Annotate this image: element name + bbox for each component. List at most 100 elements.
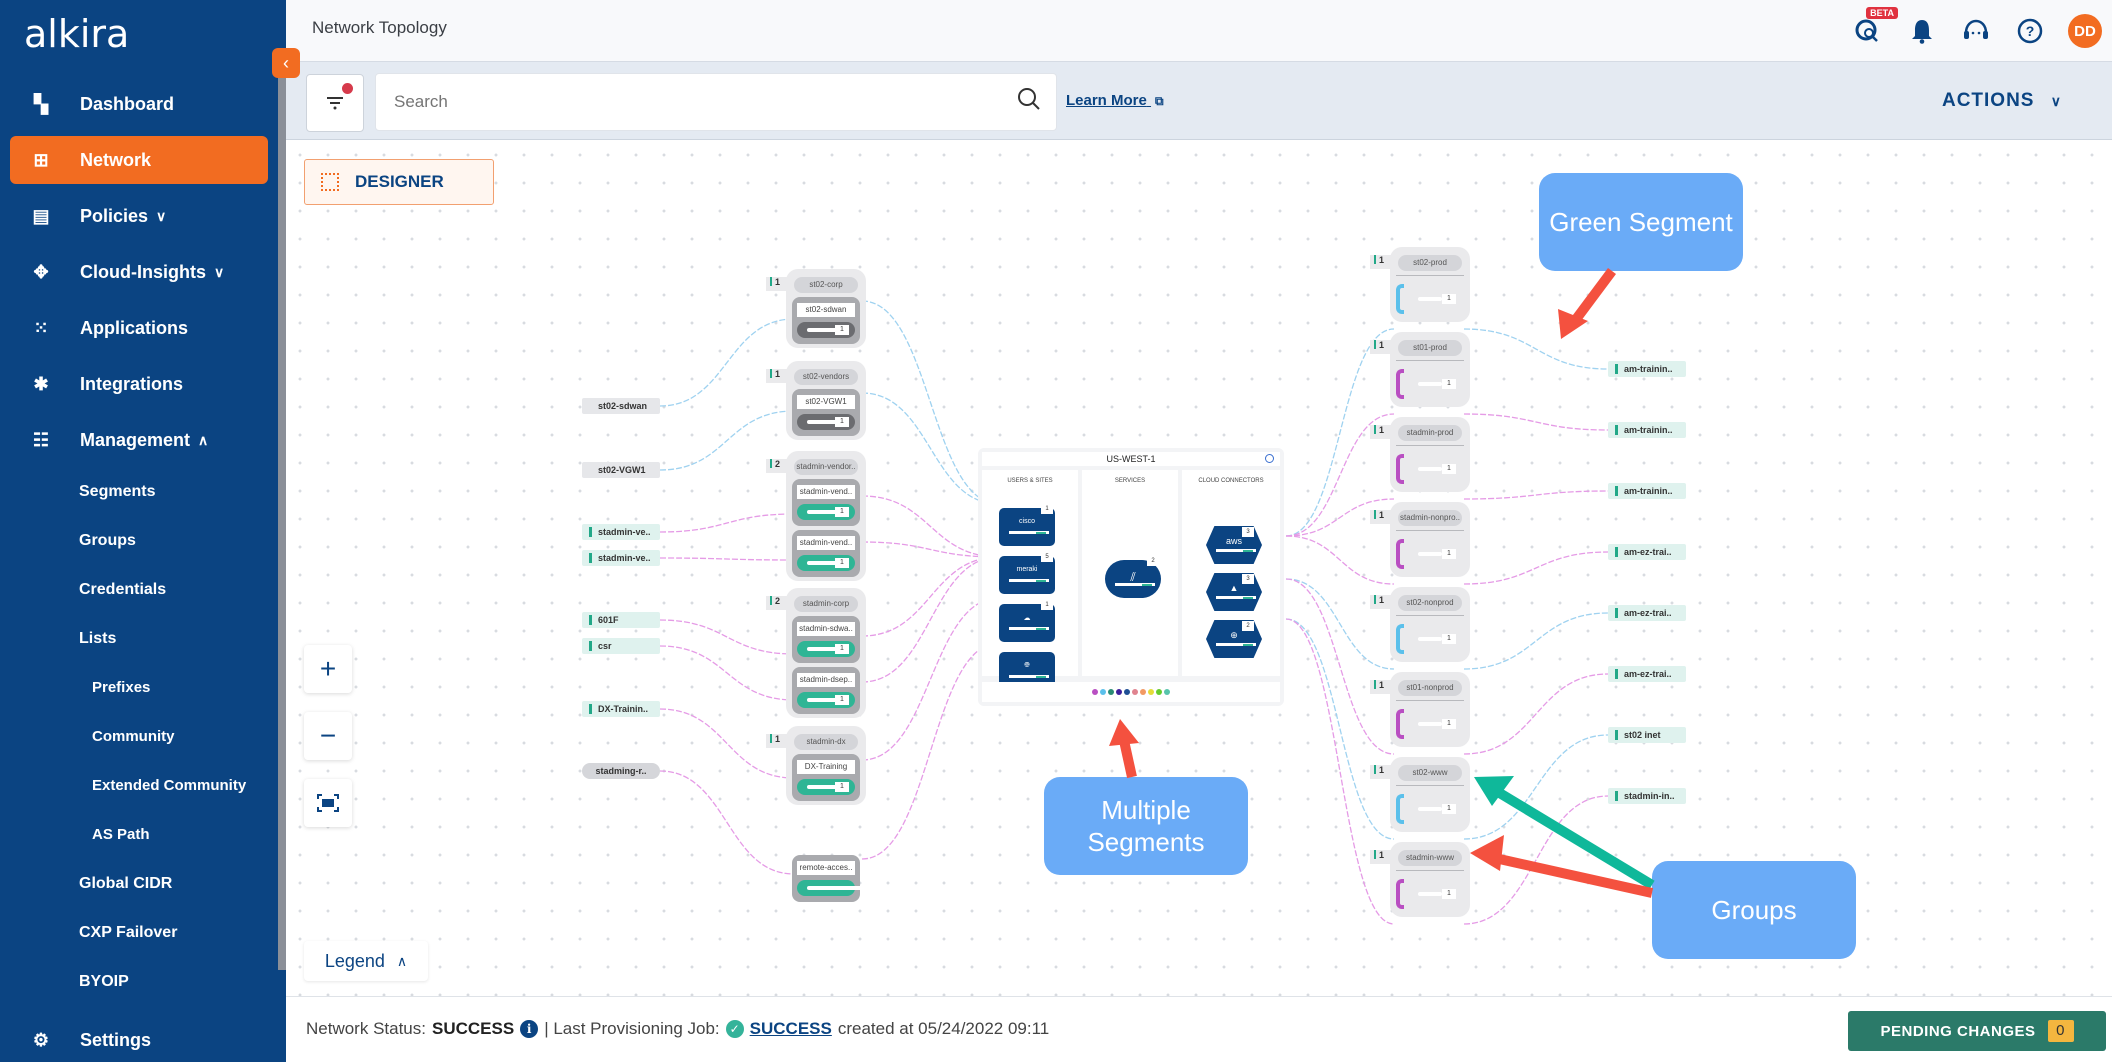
group-node[interactable]: 1 stadmin-dx DX-Training 1 bbox=[766, 726, 866, 805]
segment-color-dot[interactable] bbox=[1148, 689, 1154, 695]
group-node[interactable]: 1 stadmin-nonpro.. 1 bbox=[1370, 502, 1470, 577]
endpoint-node[interactable]: csr bbox=[582, 638, 660, 654]
alkira-logo[interactable]: alkira bbox=[24, 12, 129, 56]
collapse-sidebar-button[interactable]: ‹ bbox=[272, 48, 300, 78]
group-node[interactable]: 1 st01-prod 1 bbox=[1370, 332, 1470, 407]
fit-view-button[interactable] bbox=[304, 779, 352, 827]
info-icon[interactable]: i bbox=[520, 1020, 539, 1038]
filter-button[interactable] bbox=[306, 74, 364, 132]
sidebar-subitem-community[interactable]: Community bbox=[92, 728, 175, 745]
site-device-node[interactable]: cisco 1 bbox=[999, 504, 1055, 546]
group-node[interactable]: 2 stadmin-vendor.. stadmin-vend.. 1 stadmin-… bbox=[766, 451, 866, 581]
sidebar-subitem-as-path[interactable]: AS Path bbox=[92, 826, 150, 843]
sidebar-subitem-credentials[interactable]: Credentials bbox=[79, 581, 166, 599]
sidebar-subitem-byoip[interactable]: BYOIP bbox=[79, 973, 129, 991]
sidebar-subitem-segments[interactable]: Segments bbox=[79, 483, 155, 501]
topology-canvas[interactable]: DESIGNER st02-sdwan st02-VGW1 stadmin-ve..… bbox=[286, 141, 2112, 996]
group-node[interactable]: 1 st02-nonprod 1 bbox=[1370, 587, 1470, 662]
sidebar-subitem-groups[interactable]: Groups bbox=[79, 532, 136, 550]
site-device-node[interactable]: meraki 5 bbox=[999, 552, 1055, 594]
segment-color-dot[interactable] bbox=[1164, 689, 1170, 695]
segment-color-dot[interactable] bbox=[1108, 689, 1114, 695]
segment-color-dot[interactable] bbox=[1100, 689, 1106, 695]
endpoint-node[interactable]: am-ez-trai.. bbox=[1608, 544, 1686, 560]
group-node[interactable]: 2 stadmin-corp stadmin-sdwa.. 1 stadmin-dsep… bbox=[766, 588, 866, 718]
endpoint-node[interactable]: st02 inet bbox=[1608, 727, 1686, 743]
group-node[interactable]: 1 st02-vendors st02-VGW1 1 bbox=[766, 361, 866, 440]
group-node[interactable]: 1 st02-www 1 bbox=[1370, 757, 1470, 832]
column-title: USERS & SITES bbox=[1007, 478, 1053, 484]
endpoint-node[interactable]: am-ez-trai.. bbox=[1608, 605, 1686, 621]
endpoint-node[interactable]: st02-sdwan bbox=[582, 398, 660, 414]
notifications-button[interactable] bbox=[1906, 15, 1938, 47]
sidebar-subitem-global-cidr[interactable]: Global CIDR bbox=[79, 875, 172, 893]
segment-color-dot[interactable] bbox=[1124, 689, 1130, 695]
sidebar-scrollbar[interactable] bbox=[278, 70, 286, 970]
endpoint-node[interactable]: am-trainin.. bbox=[1608, 361, 1686, 377]
user-avatar[interactable]: DD bbox=[2068, 14, 2102, 48]
designer-button[interactable]: DESIGNER bbox=[304, 159, 494, 205]
sidebar-subitem-cxp-failover[interactable]: CXP Failover bbox=[79, 924, 177, 942]
connector-node[interactable]: remote-acces.. bbox=[792, 855, 863, 902]
help-button[interactable]: ? bbox=[2014, 15, 2046, 47]
sidebar-item-integrations[interactable]: ✱ Integrations bbox=[10, 360, 268, 408]
sidebar-item-dashboard[interactable]: ▚ Dashboard bbox=[10, 80, 268, 128]
segment-color-dot[interactable] bbox=[1132, 689, 1138, 695]
sidebar-subitem-extended-community[interactable]: Extended Community bbox=[92, 777, 246, 794]
zoom-out-button[interactable]: − bbox=[304, 712, 352, 760]
region-us-west-1[interactable]: US-WEST-1 USERS & SITES SERVICES CLOUD C… bbox=[978, 448, 1284, 706]
connector-name: st02-sdwan bbox=[797, 303, 855, 317]
endpoint-node[interactable]: am-trainin.. bbox=[1608, 422, 1686, 438]
segment-color-dot[interactable] bbox=[1116, 689, 1122, 695]
group-node[interactable]: 1 stadmin-www 1 bbox=[1370, 842, 1470, 917]
connector-node[interactable]: stadmin-vend.. 1 bbox=[792, 530, 860, 577]
endpoint-node[interactable]: st02-VGW1 bbox=[582, 462, 660, 478]
segment-color-dot[interactable] bbox=[1140, 689, 1146, 695]
segment-color-dot[interactable] bbox=[1156, 689, 1162, 695]
endpoint-node[interactable]: stadmin-ve.. bbox=[582, 550, 660, 566]
sidebar-item-policies[interactable]: ▤ Policies ∨ bbox=[10, 192, 268, 240]
pending-changes-button[interactable]: PENDING CHANGES 0 bbox=[1848, 1011, 2106, 1051]
endpoint-node[interactable]: stadmin-in.. bbox=[1608, 788, 1686, 804]
connector-node[interactable]: stadmin-vend.. 1 bbox=[792, 479, 860, 526]
group-node[interactable]: 1 st01-nonprod 1 bbox=[1370, 672, 1470, 747]
zoom-in-button[interactable]: + bbox=[304, 645, 352, 693]
sidebar-item-settings[interactable]: ⚙ Settings bbox=[10, 1016, 268, 1062]
connector-node[interactable]: stadmin-dsep.. 1 bbox=[792, 667, 860, 714]
service-node[interactable]: ⫽ 2 bbox=[1105, 556, 1161, 598]
group-node[interactable]: 1 st02-corp st02-sdwan 1 bbox=[766, 269, 866, 348]
search-icon[interactable] bbox=[1016, 86, 1056, 118]
learn-more-link[interactable]: Learn More ⧉ bbox=[1066, 92, 1164, 109]
group-node[interactable]: 1 stadmin-prod 1 bbox=[1370, 417, 1470, 492]
last-job-link[interactable]: SUCCESS bbox=[750, 1019, 832, 1039]
segment-color-dot[interactable] bbox=[1092, 689, 1098, 695]
endpoint-node[interactable]: 601F bbox=[582, 612, 660, 628]
group-node[interactable]: 1 st02-prod 1 bbox=[1370, 247, 1470, 322]
actions-dropdown[interactable]: ACTIONS ∨ bbox=[1942, 90, 2062, 112]
info-icon[interactable] bbox=[1265, 454, 1274, 463]
cloud-connector-node[interactable]: ▲ 3 bbox=[1206, 573, 1262, 611]
sidebar-item-management[interactable]: ☷ Management ∧ bbox=[10, 416, 268, 464]
cloud-connector-node[interactable]: ⊕ 2 bbox=[1206, 620, 1262, 658]
connector-node[interactable]: DX-Training 1 bbox=[792, 754, 860, 801]
sidebar-subitem-prefixes[interactable]: Prefixes bbox=[92, 679, 150, 696]
support-button[interactable] bbox=[1960, 15, 1992, 47]
sidebar-subitem-lists[interactable]: Lists bbox=[79, 630, 116, 648]
endpoint-node[interactable]: am-trainin.. bbox=[1608, 483, 1686, 499]
cloud-connector-node[interactable]: aws 3 bbox=[1206, 526, 1262, 564]
connector-node[interactable]: st02-sdwan 1 bbox=[792, 297, 860, 344]
endpoint-node[interactable]: DX-Trainin.. bbox=[582, 701, 660, 717]
endpoint-node[interactable]: stadming-r.. bbox=[582, 763, 660, 779]
legend-toggle[interactable]: Legend ∧ bbox=[304, 941, 428, 981]
endpoint-node[interactable]: stadmin-ve.. bbox=[582, 524, 660, 540]
connector-node[interactable]: st02-VGW1 1 bbox=[792, 389, 860, 436]
endpoint-node[interactable]: am-ez-trai.. bbox=[1608, 666, 1686, 682]
global-search-button[interactable]: BETA bbox=[1852, 7, 1898, 47]
sidebar-item-applications[interactable]: ⁙ Applications bbox=[10, 304, 268, 352]
search-input[interactable] bbox=[394, 92, 1016, 112]
site-device-node[interactable]: ☁ 1 bbox=[999, 600, 1055, 642]
sidebar-item-cloud-insights[interactable]: ✥ Cloud-Insights ∨ bbox=[10, 248, 268, 296]
group-node[interactable]: remote-acces.. bbox=[786, 847, 866, 906]
sidebar-item-network[interactable]: ⊞ Network bbox=[10, 136, 268, 184]
connector-node[interactable]: stadmin-sdwa.. 1 bbox=[792, 616, 860, 663]
